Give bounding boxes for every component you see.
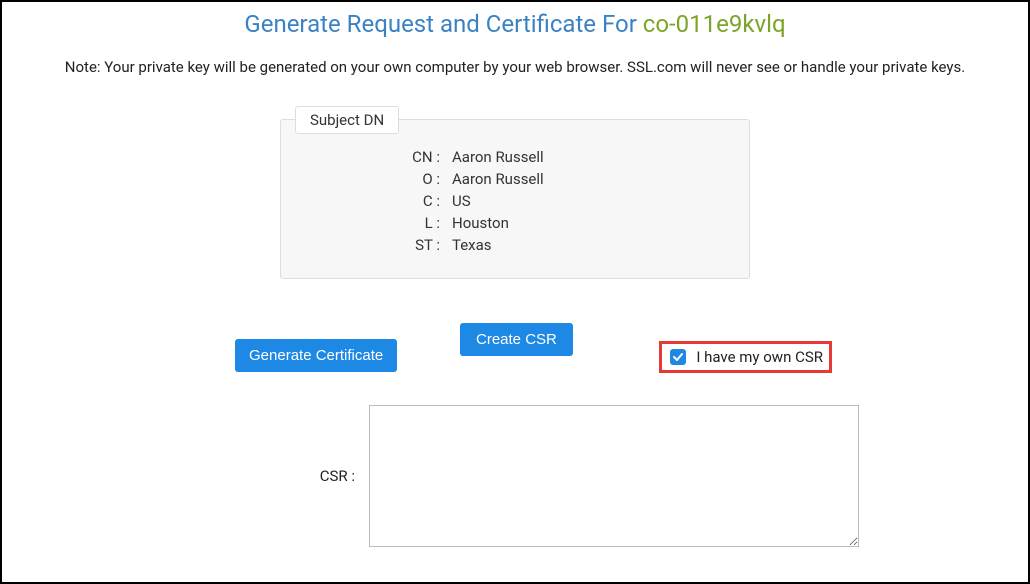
subject-dn-legend: Subject DN bbox=[295, 106, 399, 134]
page-title-code: co-011e9kvlq bbox=[643, 10, 786, 38]
subject-dn-panel: Subject DN CN : Aaron Russell O : Aaron … bbox=[280, 119, 750, 279]
own-csr-checkbox[interactable] bbox=[670, 349, 686, 365]
dn-label: C : bbox=[301, 192, 446, 210]
dn-label: ST : bbox=[301, 236, 446, 254]
create-csr-button[interactable]: Create CSR bbox=[460, 323, 573, 356]
note-text: Note: Your private key will be generated… bbox=[2, 42, 1028, 79]
dn-value: Aaron Russell bbox=[446, 148, 544, 166]
dn-row-st: ST : Texas bbox=[301, 236, 729, 254]
own-csr-label: I have my own CSR bbox=[696, 348, 823, 366]
page-title-prefix: Generate Request and Certificate For bbox=[244, 10, 642, 38]
dn-value: Aaron Russell bbox=[446, 170, 544, 188]
dn-row-l: L : Houston bbox=[301, 214, 729, 232]
csr-field-label: CSR : bbox=[155, 467, 355, 485]
dn-value: US bbox=[446, 192, 471, 210]
generate-certificate-button[interactable]: Generate Certificate bbox=[235, 339, 397, 372]
dn-label: CN : bbox=[301, 148, 446, 166]
actions-row: Generate Certificate Create CSR I have m… bbox=[235, 323, 795, 367]
dn-row-c: C : US bbox=[301, 192, 729, 210]
dn-label: L : bbox=[301, 214, 446, 232]
dn-row-o: O : Aaron Russell bbox=[301, 170, 729, 188]
csr-row: CSR : bbox=[155, 405, 875, 547]
csr-textarea[interactable] bbox=[369, 405, 859, 547]
dn-label: O : bbox=[301, 170, 446, 188]
check-icon bbox=[673, 352, 683, 362]
dn-row-cn: CN : Aaron Russell bbox=[301, 148, 729, 166]
dn-value: Texas bbox=[446, 236, 492, 254]
own-csr-highlight: I have my own CSR bbox=[659, 341, 832, 373]
dn-value: Houston bbox=[446, 214, 509, 232]
page-title: Generate Request and Certificate For co-… bbox=[2, 2, 1028, 42]
